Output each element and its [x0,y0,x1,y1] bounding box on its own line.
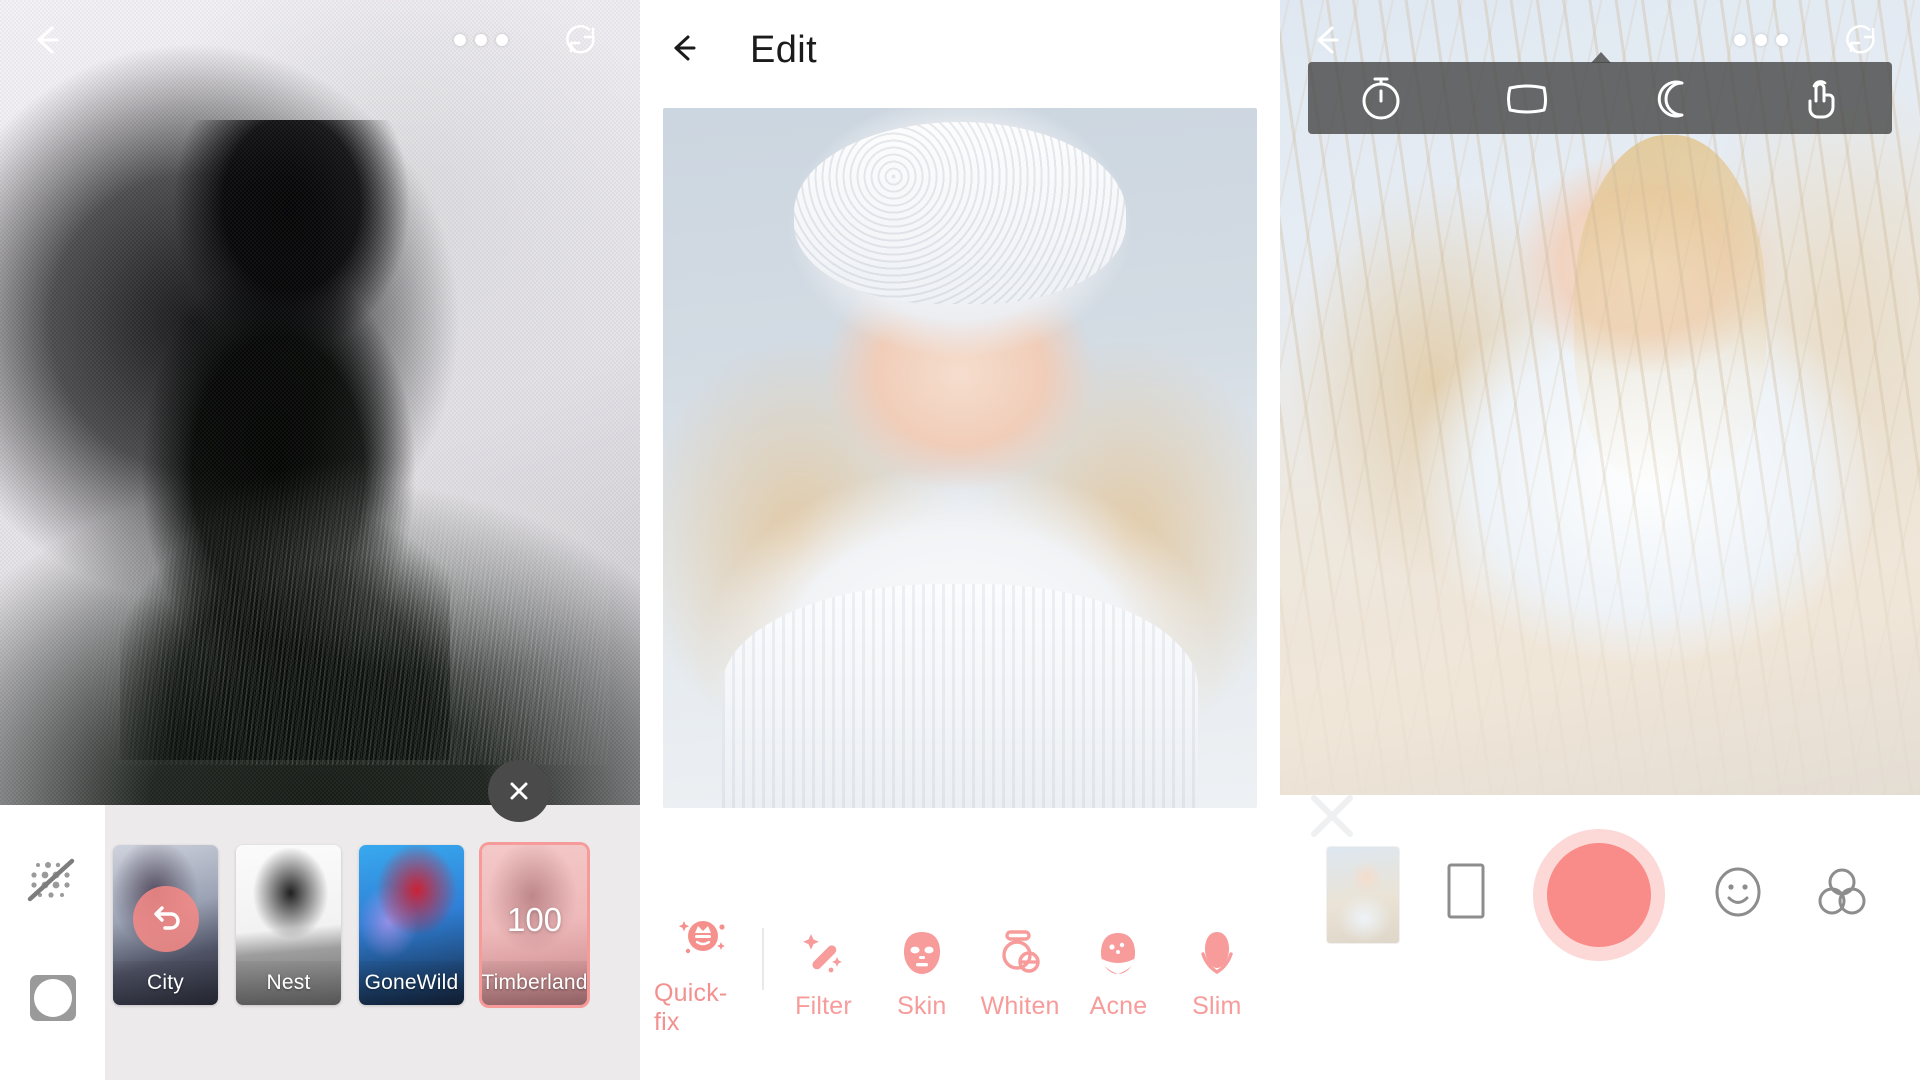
tool-label: Filter [795,991,852,1020]
slim-face-icon [1201,931,1233,974]
filter-screen-topbar [0,0,640,80]
aspect-ratio-icon[interactable] [1454,71,1600,125]
undo-icon[interactable] [132,885,199,952]
powder-compact-icon [1002,929,1040,973]
photo-forest-texture [90,435,610,765]
shape-mask-icon[interactable] [27,972,79,1029]
tool-label: Acne [1089,991,1148,1020]
filters-circles-icon[interactable] [1811,861,1873,928]
shutter-button[interactable] [1533,828,1665,961]
sticker-smiley-icon[interactable] [1707,861,1769,928]
camera-options-popup [1308,52,1892,134]
frame-icon[interactable] [1441,859,1491,930]
tool-quick-fix[interactable]: Quick-fix [654,909,752,1037]
tool-skin[interactable]: Skin [873,926,971,1021]
back-arrow-icon[interactable] [664,28,704,73]
filter-thumb-label: Timberland [482,961,587,1005]
three-panel-screenshot: City Nest GoneWild 100 Timberland Edit Q… [0,0,1920,1080]
flip-rotate-icon[interactable] [560,18,604,62]
tool-label: Whiten [980,991,1060,1020]
filter-thumb-label: City [113,961,218,1005]
toolbar-divider [762,928,765,990]
camera-screen [1280,0,1920,1080]
timer-icon[interactable] [1308,71,1454,125]
filter-preview-photo [0,0,640,805]
tool-label: Skin [897,991,947,1020]
photo-sweater [722,584,1198,808]
close-filter-panel-button[interactable] [488,760,550,822]
filter-thumbnail-list[interactable]: City Nest GoneWild 100 Timberland [105,805,640,1080]
face-mask-icon [903,931,940,974]
magic-wand-icon [803,933,843,972]
camera-controls [1280,795,1920,1080]
quickfix-crown-face-icon [678,921,726,954]
filter-side-tools [0,805,105,1080]
popup-arrow [1591,52,1611,63]
tool-filter[interactable]: Filter [774,926,872,1021]
edit-preview-photo[interactable] [663,108,1257,808]
acne-face-icon [1101,932,1136,974]
filter-strength-value: 100 [506,901,563,939]
back-arrow-icon[interactable] [24,18,68,62]
more-options-icon[interactable] [454,34,508,46]
tool-whiten[interactable]: Whiten [971,926,1069,1021]
filter-tray: City Nest GoneWild 100 Timberland [0,805,640,1080]
filter-thumb-city[interactable]: City [113,845,218,1005]
tool-label: Quick-fix [654,979,728,1036]
filter-thumb-label: Nest [236,961,341,1005]
flip-rotate-icon[interactable] [1840,18,1884,62]
tool-acne[interactable]: Acne [1069,926,1167,1021]
touch-shoot-icon[interactable] [1746,71,1892,125]
filter-thumb-timberland[interactable]: 100 Timberland [482,845,587,1005]
filter-thumb-label: GoneWild [359,961,464,1005]
edit-header: Edit [640,0,1280,100]
filter-thumb-nest[interactable]: Nest [236,845,341,1005]
gallery-thumbnail[interactable] [1327,846,1399,943]
photo-beanie [793,122,1127,304]
grid-off-icon[interactable] [24,853,82,916]
night-mode-icon[interactable] [1600,71,1746,125]
filter-screen: City Nest GoneWild 100 Timberland [0,0,640,1080]
close-watermark-icon [1302,786,1362,846]
more-options-icon[interactable] [1734,34,1788,46]
page-title: Edit [750,28,818,71]
tool-slim[interactable]: Slim [1168,926,1266,1021]
tool-label: Slim [1192,991,1242,1020]
edit-toolbar: Quick-fix Filter Skin Whiten Acne Slim [640,890,1280,1080]
edit-screen: Edit Quick-fix Filter Skin Whiten Acne S… [640,0,1280,1080]
filter-thumb-gonewild[interactable]: GoneWild [359,845,464,1005]
back-arrow-icon[interactable] [1304,18,1348,62]
